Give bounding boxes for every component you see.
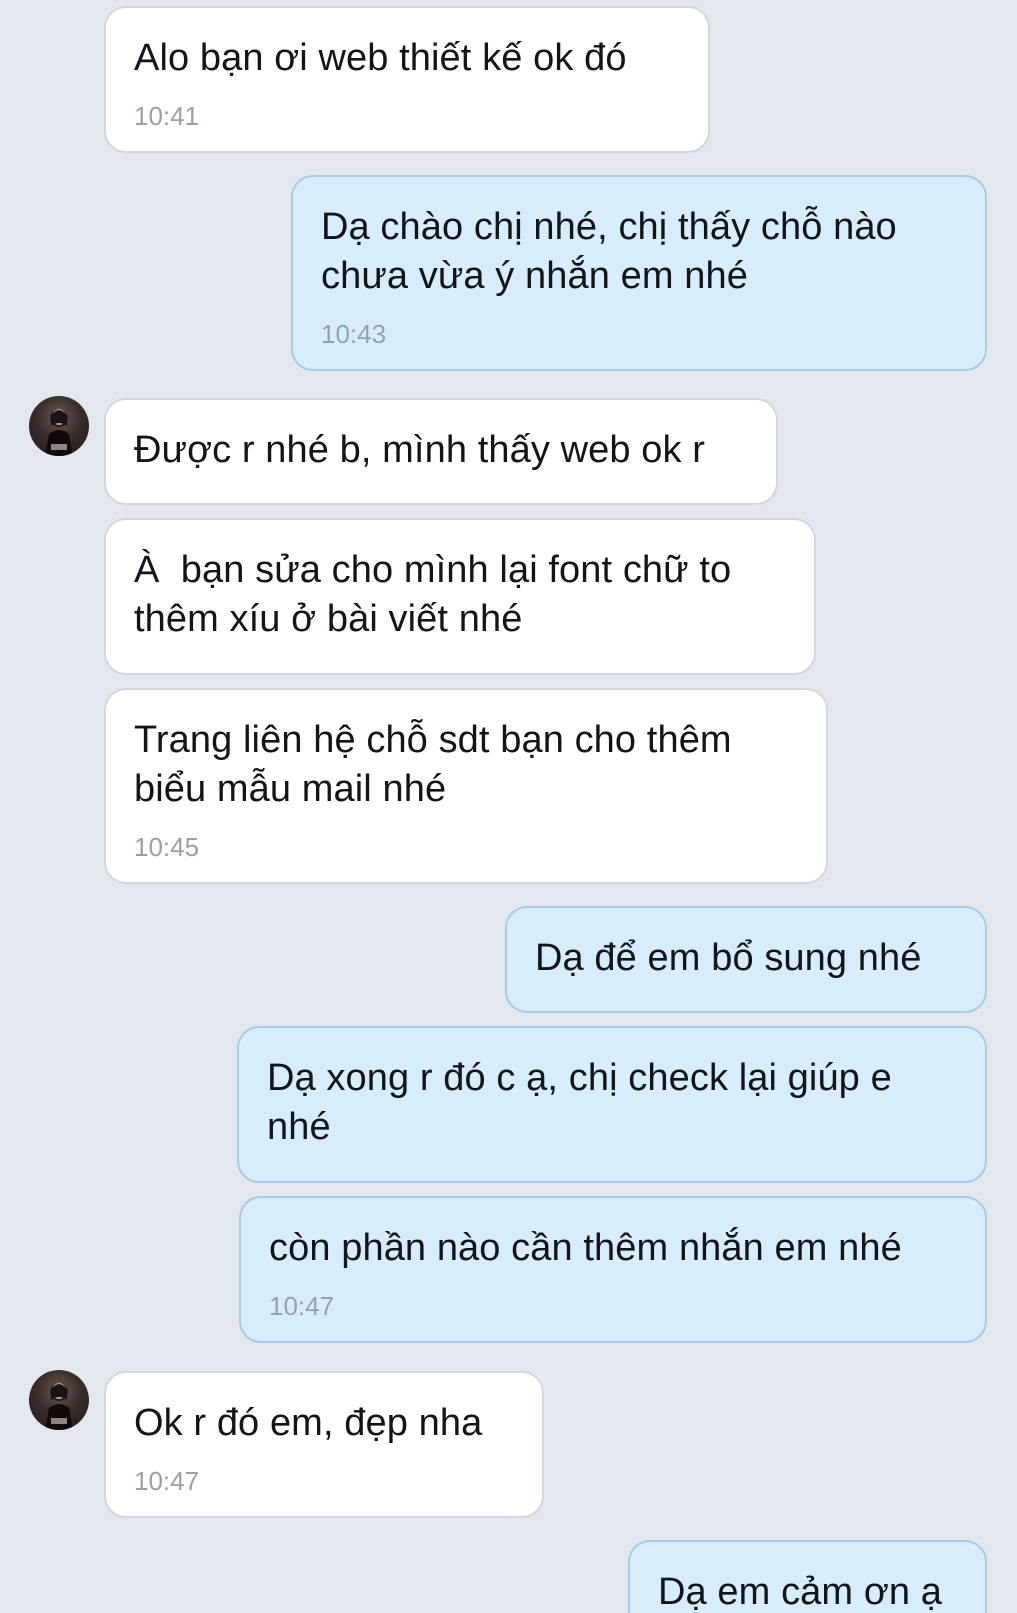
- message-text: Dạ em cảm ơn ạ: [658, 1571, 942, 1613]
- contact-avatar-icon[interactable]: [29, 1370, 89, 1430]
- message-text: Dạ chào chị nhé, chị thấy chỗ nào chưa v…: [321, 206, 908, 297]
- message-text: Trang liên hệ chỗ sdt bạn cho thêm biểu …: [134, 719, 743, 810]
- message-bubble-incoming[interactable]: Trang liên hệ chỗ sdt bạn cho thêm biểu …: [104, 688, 828, 884]
- contact-avatar-icon[interactable]: [29, 396, 89, 456]
- message-text: còn phần nào cần thêm nhắn em nhé: [269, 1227, 902, 1269]
- message-bubble-incoming[interactable]: Được r nhé b, mình thấy web ok r: [104, 398, 778, 505]
- message-text: Được r nhé b, mình thấy web ok r: [134, 429, 706, 471]
- message-timestamp: 10:45: [134, 832, 200, 862]
- message-timestamp: 10:43: [321, 319, 387, 349]
- message-bubble-incoming[interactable]: Ok r đó em, đẹp nha 10:47: [104, 1371, 544, 1518]
- message-bubble-incoming[interactable]: À bạn sửa cho mình lại font chữ to thêm …: [104, 518, 816, 675]
- message-timestamp: 10:41: [134, 101, 200, 131]
- message-bubble-outgoing[interactable]: Dạ chào chị nhé, chị thấy chỗ nào chưa v…: [291, 175, 987, 371]
- message-bubble-incoming[interactable]: Alo bạn ơi web thiết kế ok đó 10:41: [104, 6, 710, 153]
- message-text: À bạn sửa cho mình lại font chữ to thêm …: [134, 549, 742, 640]
- person-silhouette-icon: [45, 409, 73, 456]
- person-silhouette-icon: [45, 1383, 73, 1430]
- message-timestamp: 10:47: [269, 1291, 335, 1321]
- message-text: Ok r đó em, đẹp nha: [134, 1402, 483, 1444]
- message-timestamp: 10:47: [134, 1466, 200, 1496]
- message-bubble-outgoing[interactable]: Dạ em cảm ơn ạ: [628, 1540, 987, 1613]
- message-text: Alo bạn ơi web thiết kế ok đó: [134, 37, 627, 79]
- chat-conversation[interactable]: Alo bạn ơi web thiết kế ok đó 10:41 Dạ c…: [0, 0, 1017, 1613]
- message-bubble-outgoing[interactable]: Dạ để em bổ sung nhé: [505, 906, 987, 1013]
- message-text: Dạ xong r đó c ạ, chị check lại giúp e n…: [267, 1057, 903, 1148]
- message-bubble-outgoing[interactable]: còn phần nào cần thêm nhắn em nhé 10:47: [239, 1196, 987, 1343]
- message-text: Dạ để em bổ sung nhé: [535, 937, 922, 979]
- message-bubble-outgoing[interactable]: Dạ xong r đó c ạ, chị check lại giúp e n…: [237, 1026, 987, 1183]
